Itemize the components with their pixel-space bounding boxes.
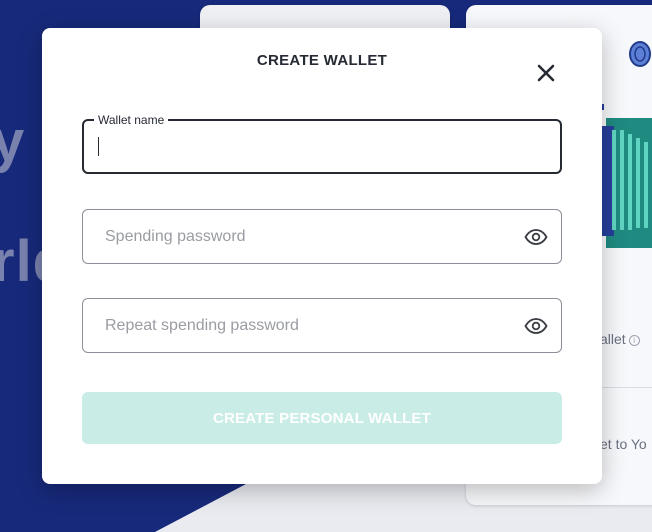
- wallet-name-input[interactable]: [84, 121, 560, 172]
- repeat-password-field[interactable]: [82, 298, 562, 353]
- background-divider: [600, 387, 652, 388]
- eye-icon: [524, 318, 548, 334]
- text-cursor: [98, 137, 99, 156]
- coin-icon: [629, 41, 651, 67]
- repeat-password-input[interactable]: [83, 299, 561, 352]
- background-hero-line-1: y: [0, 109, 26, 174]
- spending-password-input[interactable]: [83, 210, 561, 263]
- spending-password-field[interactable]: [82, 209, 562, 264]
- show-repeat-password-button[interactable]: [523, 313, 549, 339]
- info-icon: i: [628, 335, 640, 346]
- wallet-name-field[interactable]: Wallet name: [82, 113, 562, 174]
- background-card-label-text: allet: [600, 331, 626, 347]
- eye-icon: [524, 229, 548, 245]
- close-button[interactable]: [535, 62, 557, 84]
- create-personal-wallet-button[interactable]: CREATE PERSONAL WALLET: [82, 392, 562, 444]
- wallet-illustration: [598, 104, 652, 248]
- background-card-label: et to Yo: [600, 436, 647, 452]
- close-icon: [537, 64, 555, 82]
- show-password-button[interactable]: [523, 224, 549, 250]
- create-wallet-dialog: CREATE WALLET Wallet name CREATE PERSONA…: [42, 28, 602, 484]
- background-card-label: allet i: [600, 331, 640, 347]
- dialog-title: CREATE WALLET: [256, 52, 388, 69]
